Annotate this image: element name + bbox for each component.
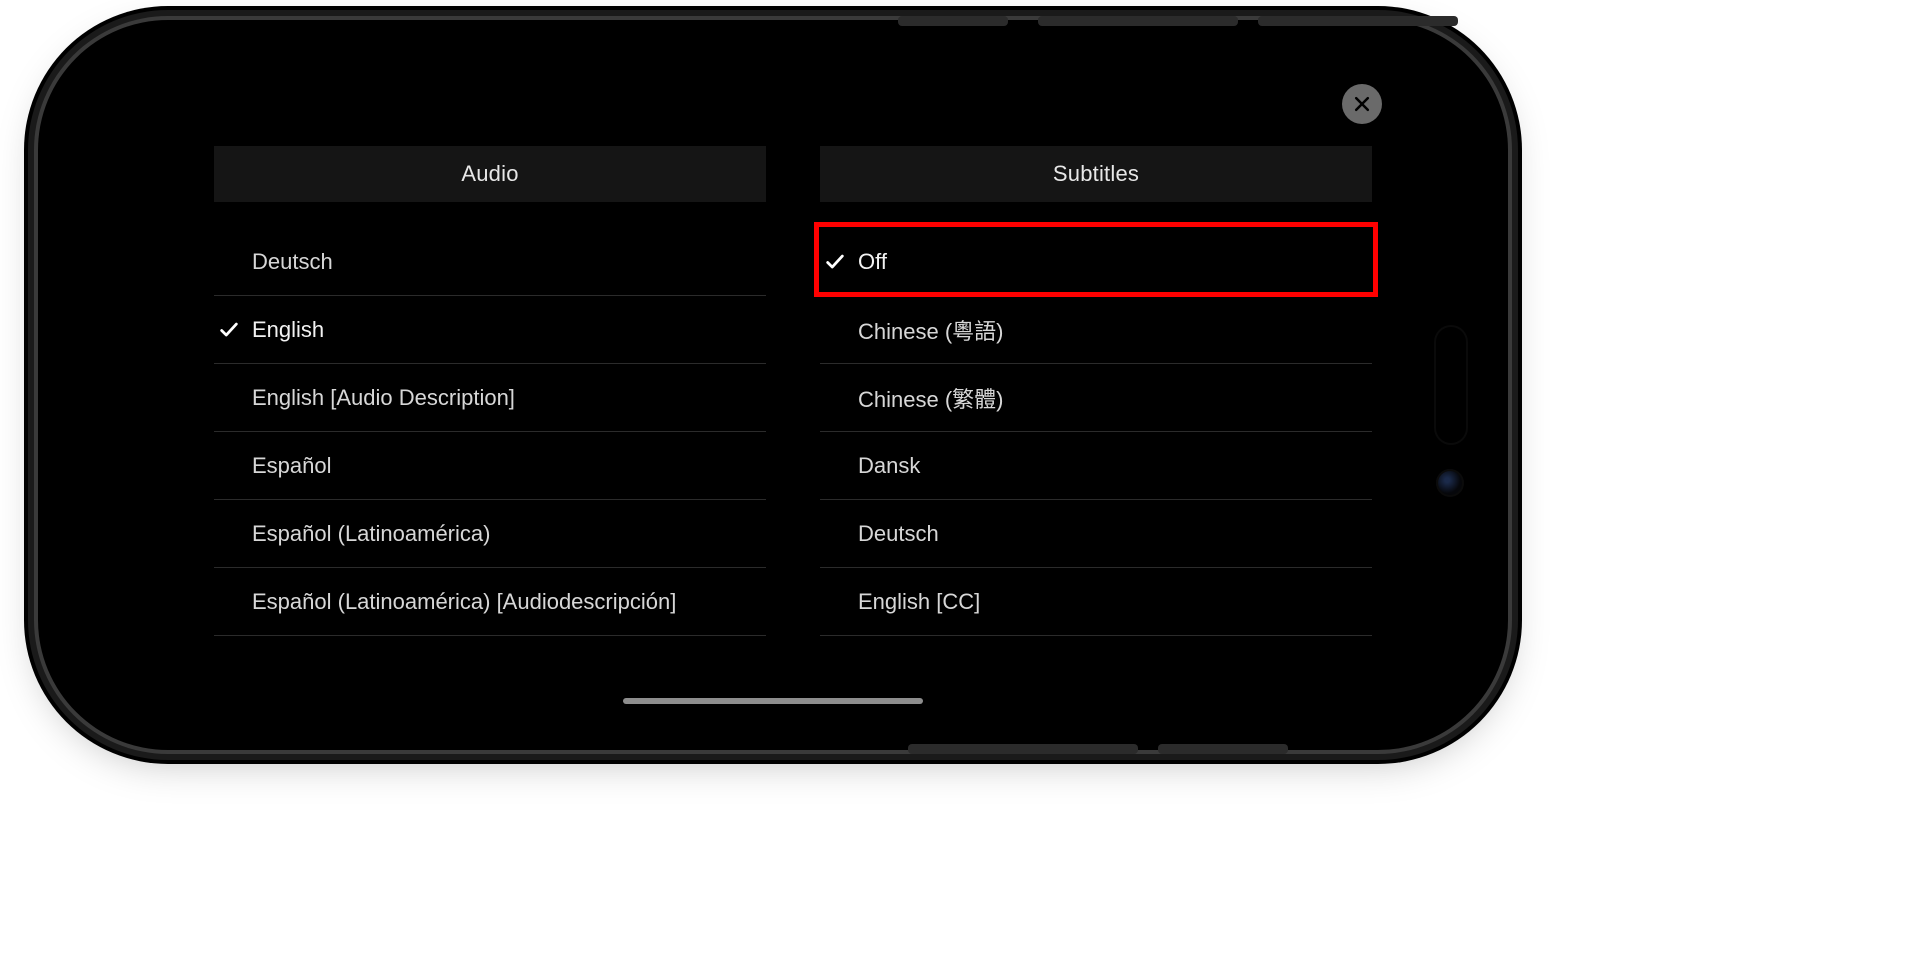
audio-option[interactable]: English [Audio Description] <box>214 364 766 432</box>
subtitles-option[interactable]: Off <box>820 228 1372 296</box>
audio-list: Deutsch English English [Audio Descripti… <box>214 228 766 636</box>
audio-option[interactable]: Español <box>214 432 766 500</box>
subtitles-header-label: Subtitles <box>1053 161 1139 187</box>
close-icon <box>1352 94 1372 114</box>
audio-header: Audio <box>214 146 766 202</box>
audio-option[interactable]: Español (Latinoamérica) [Audiodescripció… <box>214 568 766 636</box>
subtitles-header: Subtitles <box>820 146 1372 202</box>
check-icon <box>824 250 846 272</box>
subtitles-option-label: Off <box>858 249 887 275</box>
phone-frame: Audio Deutsch English <box>38 20 1508 750</box>
close-button[interactable] <box>1342 84 1382 124</box>
side-button <box>1158 744 1288 754</box>
audio-column: Audio Deutsch English <box>214 146 766 684</box>
subtitles-option-label: Chinese (粵語) <box>858 314 1003 346</box>
subtitles-option[interactable]: Dansk <box>820 432 1372 500</box>
subtitles-option-label: English [CC] <box>858 589 980 615</box>
subtitles-option[interactable]: Deutsch <box>820 500 1372 568</box>
subtitles-option-label: Chinese (繁體) <box>858 382 1003 414</box>
subtitles-option[interactable]: English [CC] <box>820 568 1372 636</box>
subtitles-option[interactable]: Chinese (粵語) <box>820 296 1372 364</box>
audio-header-label: Audio <box>461 161 518 187</box>
audio-option[interactable]: Deutsch <box>214 228 766 296</box>
side-button <box>1258 16 1458 26</box>
audio-option-label: English <box>252 317 324 343</box>
check-icon <box>218 318 240 340</box>
audio-option-label: Deutsch <box>252 249 333 275</box>
audio-option[interactable]: English <box>214 296 766 364</box>
audio-option[interactable]: Español (Latinoamérica) <box>214 500 766 568</box>
home-indicator <box>623 698 923 704</box>
audio-option-label: Español (Latinoamérica) <box>252 521 490 547</box>
side-button <box>1038 16 1238 26</box>
phone-bezel: Audio Deutsch English <box>56 38 1490 732</box>
subtitles-option-label: Deutsch <box>858 521 939 547</box>
phone-screen: Audio Deutsch English <box>74 56 1472 714</box>
audio-option-label: English [Audio Description] <box>252 385 515 411</box>
subtitles-option-label: Dansk <box>858 453 920 479</box>
camera-lens <box>1436 469 1464 497</box>
audio-option-label: Español <box>252 453 332 479</box>
subtitles-option[interactable]: Chinese (繁體) <box>820 364 1372 432</box>
subtitles-list: Off Chinese (粵語) Chinese (繁體) <box>820 228 1372 636</box>
side-button <box>908 744 1138 754</box>
side-button <box>898 16 1008 26</box>
audio-option-label: Español (Latinoamérica) [Audiodescripció… <box>252 589 676 615</box>
dynamic-island <box>1434 325 1468 445</box>
subtitles-column: Subtitles Off Chinese (粵語) <box>820 146 1372 684</box>
